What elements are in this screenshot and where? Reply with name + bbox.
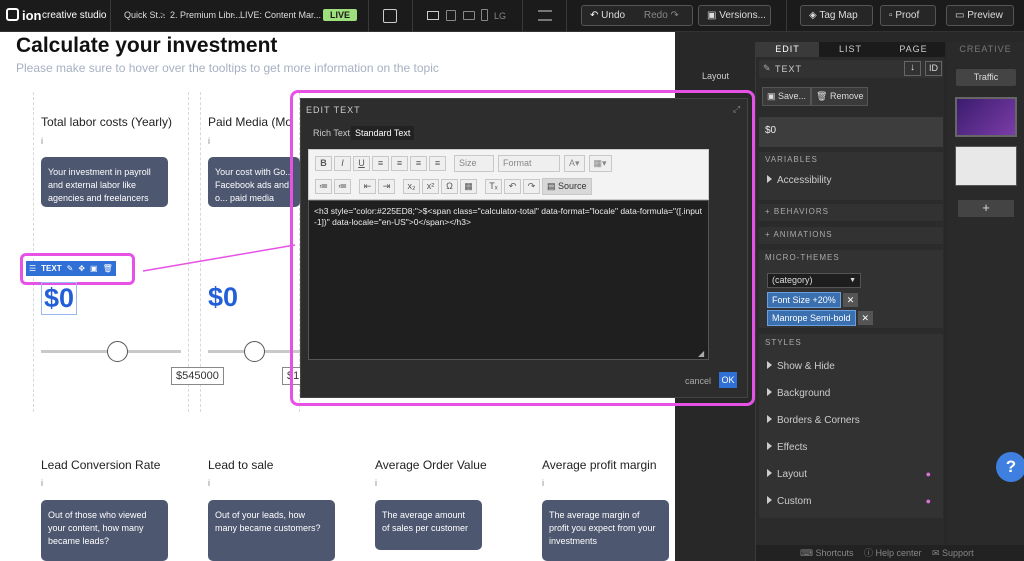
indent-icon[interactable]: ⇥ [378, 179, 395, 194]
text-color-icon[interactable]: A▾ [564, 155, 585, 172]
ok-button[interactable]: OK [719, 372, 737, 388]
clear-format-icon[interactable]: Tₓ [485, 179, 502, 194]
subscript-icon[interactable]: x₂ [403, 179, 420, 194]
align-justify-icon[interactable]: ≡ [429, 156, 446, 171]
numbered-list-icon[interactable]: ≔ [315, 179, 332, 194]
resize-handle-icon[interactable]: ◢ [698, 349, 704, 358]
size-dropdown[interactable]: Size [454, 155, 494, 172]
format-dropdown[interactable]: Format [498, 155, 560, 172]
toolbar-row-2: ≔ ≔ ⇤ ⇥ x₂ x² Ω ▦ Tₓ ↶ ↷ ▤ Source [315, 178, 596, 195]
cancel-button[interactable]: cancel [685, 376, 711, 386]
editor-toolbar: B I U ≡ ≡ ≡ ≡ Size Format A▾ ▦▾ ≔ ≔ ⇤ ⇥ x₂ x² Ω ▦ Tₓ ↶ ↷ ▤ So… [308, 149, 709, 200]
bg-color-icon[interactable]: ▦▾ [588, 155, 612, 172]
resize-icon[interactable]: ⤢ [733, 104, 740, 115]
align-center-icon[interactable]: ≡ [391, 156, 408, 171]
redo-icon[interactable]: ↷ [523, 179, 540, 194]
edit-text-dialog: EDIT TEXT ⤢ Rich Text Standard Text B I U ≡… [300, 98, 748, 398]
source-icon: ▤ [547, 181, 556, 191]
toolbar-row-1: B I U ≡ ≡ ≡ ≡ Size Format A▾ ▦▾ [315, 155, 616, 172]
underline-icon[interactable]: U [353, 156, 370, 171]
source-textarea[interactable]: <h3 style="color:#225ED8;">$<span class=… [308, 200, 709, 360]
bullet-list-icon[interactable]: ≔ [334, 179, 351, 194]
table-icon[interactable]: ▦ [460, 179, 477, 194]
source-button[interactable]: ▤ Source [542, 178, 592, 195]
italic-icon[interactable]: I [334, 156, 351, 171]
source-label: Source [558, 181, 587, 191]
dialog-title: EDIT TEXT [306, 105, 361, 115]
special-char-icon[interactable]: Ω [441, 179, 458, 194]
superscript-icon[interactable]: x² [422, 179, 439, 194]
align-left-icon[interactable]: ≡ [372, 156, 389, 171]
align-right-icon[interactable]: ≡ [410, 156, 427, 171]
tab-standard-text[interactable]: Standard Text [351, 126, 415, 140]
outdent-icon[interactable]: ⇤ [359, 179, 376, 194]
undo-icon[interactable]: ↶ [504, 179, 521, 194]
bold-icon[interactable]: B [315, 156, 332, 171]
tab-rich-text[interactable]: Rich Text [309, 126, 354, 140]
